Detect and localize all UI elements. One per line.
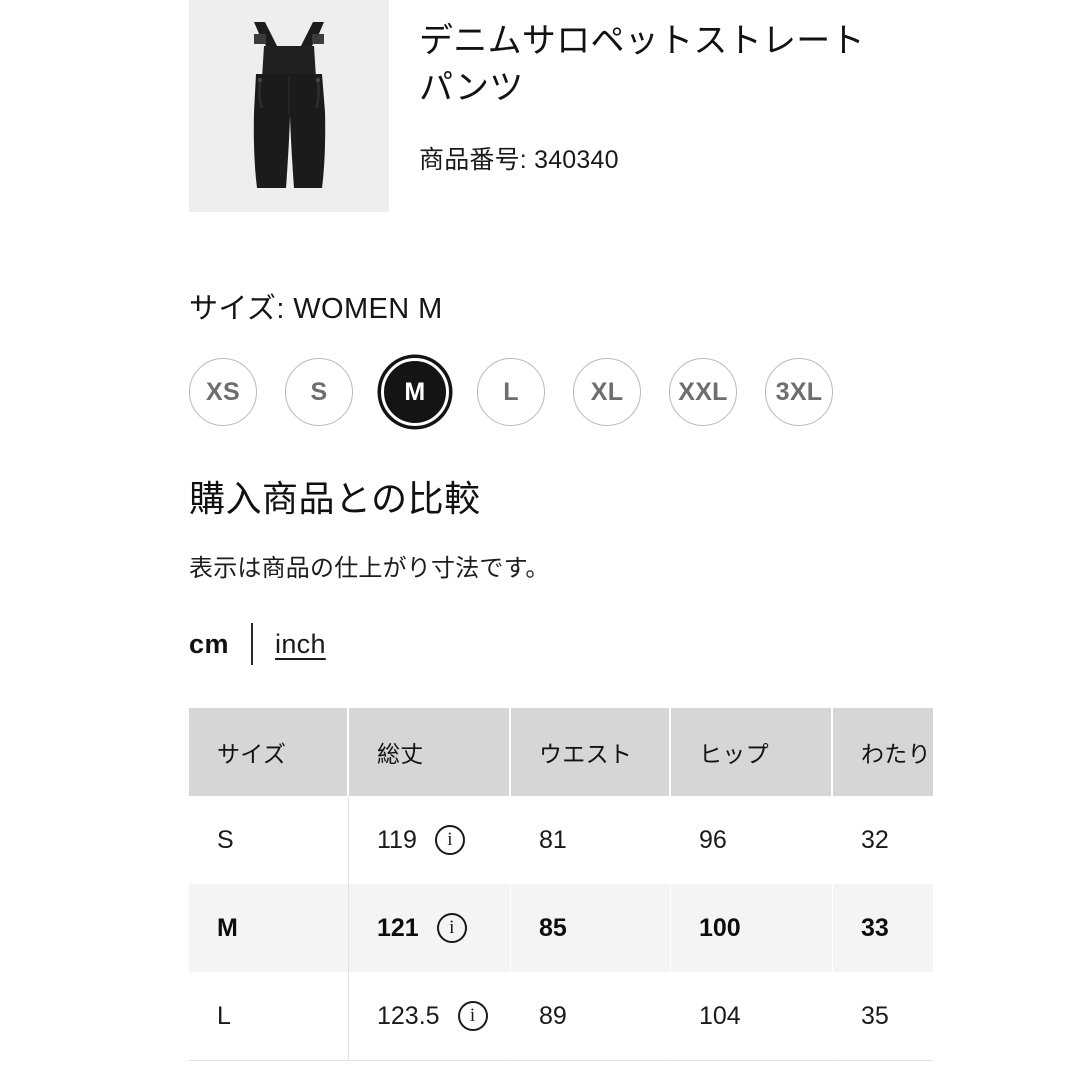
column-header-thigh: わたり: [833, 708, 933, 796]
cell-waist: 85: [511, 884, 671, 972]
column-header-hip: ヒップ: [671, 708, 833, 796]
table-row: M 121 i 85 100 33: [189, 884, 933, 972]
product-title: デニムサロペットストレートパンツ: [419, 22, 865, 107]
cell-length-value: 119: [377, 825, 417, 854]
cell-hip: 96: [671, 796, 833, 884]
table-header-row: サイズ 総丈 ウエスト ヒップ わたり: [189, 708, 933, 796]
table-row: L 123.5 i 89 104 35: [189, 972, 933, 1061]
unit-option-cm[interactable]: cm: [189, 629, 229, 660]
size-option-3xl[interactable]: 3XL: [765, 358, 833, 426]
comparison-heading: 購入商品との比較: [189, 478, 481, 519]
size-option-s[interactable]: S: [285, 358, 353, 426]
cell-length: 121 i: [349, 884, 511, 972]
selected-size-label: サイズ: WOMEN M: [189, 293, 443, 325]
overalls-image: [253, 22, 326, 188]
cell-length-value: 123.5: [377, 1001, 440, 1030]
product-code: 商品番号: 340340: [419, 145, 619, 174]
size-table-container[interactable]: サイズ 総丈 ウエスト ヒップ わたり S 119 i 81 96 32 M 1…: [189, 708, 933, 1061]
cell-waist: 89: [511, 972, 671, 1061]
size-option-xxl[interactable]: XXL: [669, 358, 737, 426]
size-option-l[interactable]: L: [477, 358, 545, 426]
size-table: サイズ 総丈 ウエスト ヒップ わたり S 119 i 81 96 32 M 1…: [189, 708, 933, 1061]
unit-divider: [251, 623, 254, 665]
cell-thigh: 32: [833, 796, 933, 884]
cell-length: 123.5 i: [349, 972, 511, 1061]
table-row: S 119 i 81 96 32: [189, 796, 933, 884]
column-header-size: サイズ: [189, 708, 349, 796]
cell-thigh: 35: [833, 972, 933, 1061]
size-selector: XS S M L XL XXL 3XL: [189, 358, 833, 426]
column-header-length: 総丈: [349, 708, 511, 796]
column-header-waist: ウエスト: [511, 708, 671, 796]
product-thumbnail[interactable]: [189, 0, 389, 212]
cell-waist: 81: [511, 796, 671, 884]
comparison-note: 表示は商品の仕上がり寸法です。: [189, 555, 550, 582]
info-icon[interactable]: i: [434, 825, 465, 855]
cell-hip: 104: [671, 972, 833, 1061]
size-option-xs[interactable]: XS: [189, 358, 257, 426]
product-info: デニムサロペットストレートパンツ 商品番号: 340340: [419, 0, 889, 176]
unit-option-inch[interactable]: inch: [275, 629, 326, 660]
size-option-m[interactable]: M: [381, 358, 449, 426]
cell-size: S: [189, 796, 349, 884]
cell-hip: 100: [671, 884, 833, 972]
cell-length: 119 i: [349, 796, 511, 884]
cell-length-value: 121: [377, 913, 419, 942]
size-option-xl[interactable]: XL: [573, 358, 641, 426]
info-icon[interactable]: i: [457, 1001, 488, 1031]
cell-size: L: [189, 972, 349, 1061]
unit-toggle: cm inch: [189, 622, 326, 666]
product-header: デニムサロペットストレートパンツ 商品番号: 340340: [189, 0, 889, 212]
cell-thigh: 33: [833, 884, 933, 972]
cell-size: M: [189, 884, 349, 972]
info-icon[interactable]: i: [436, 913, 467, 943]
